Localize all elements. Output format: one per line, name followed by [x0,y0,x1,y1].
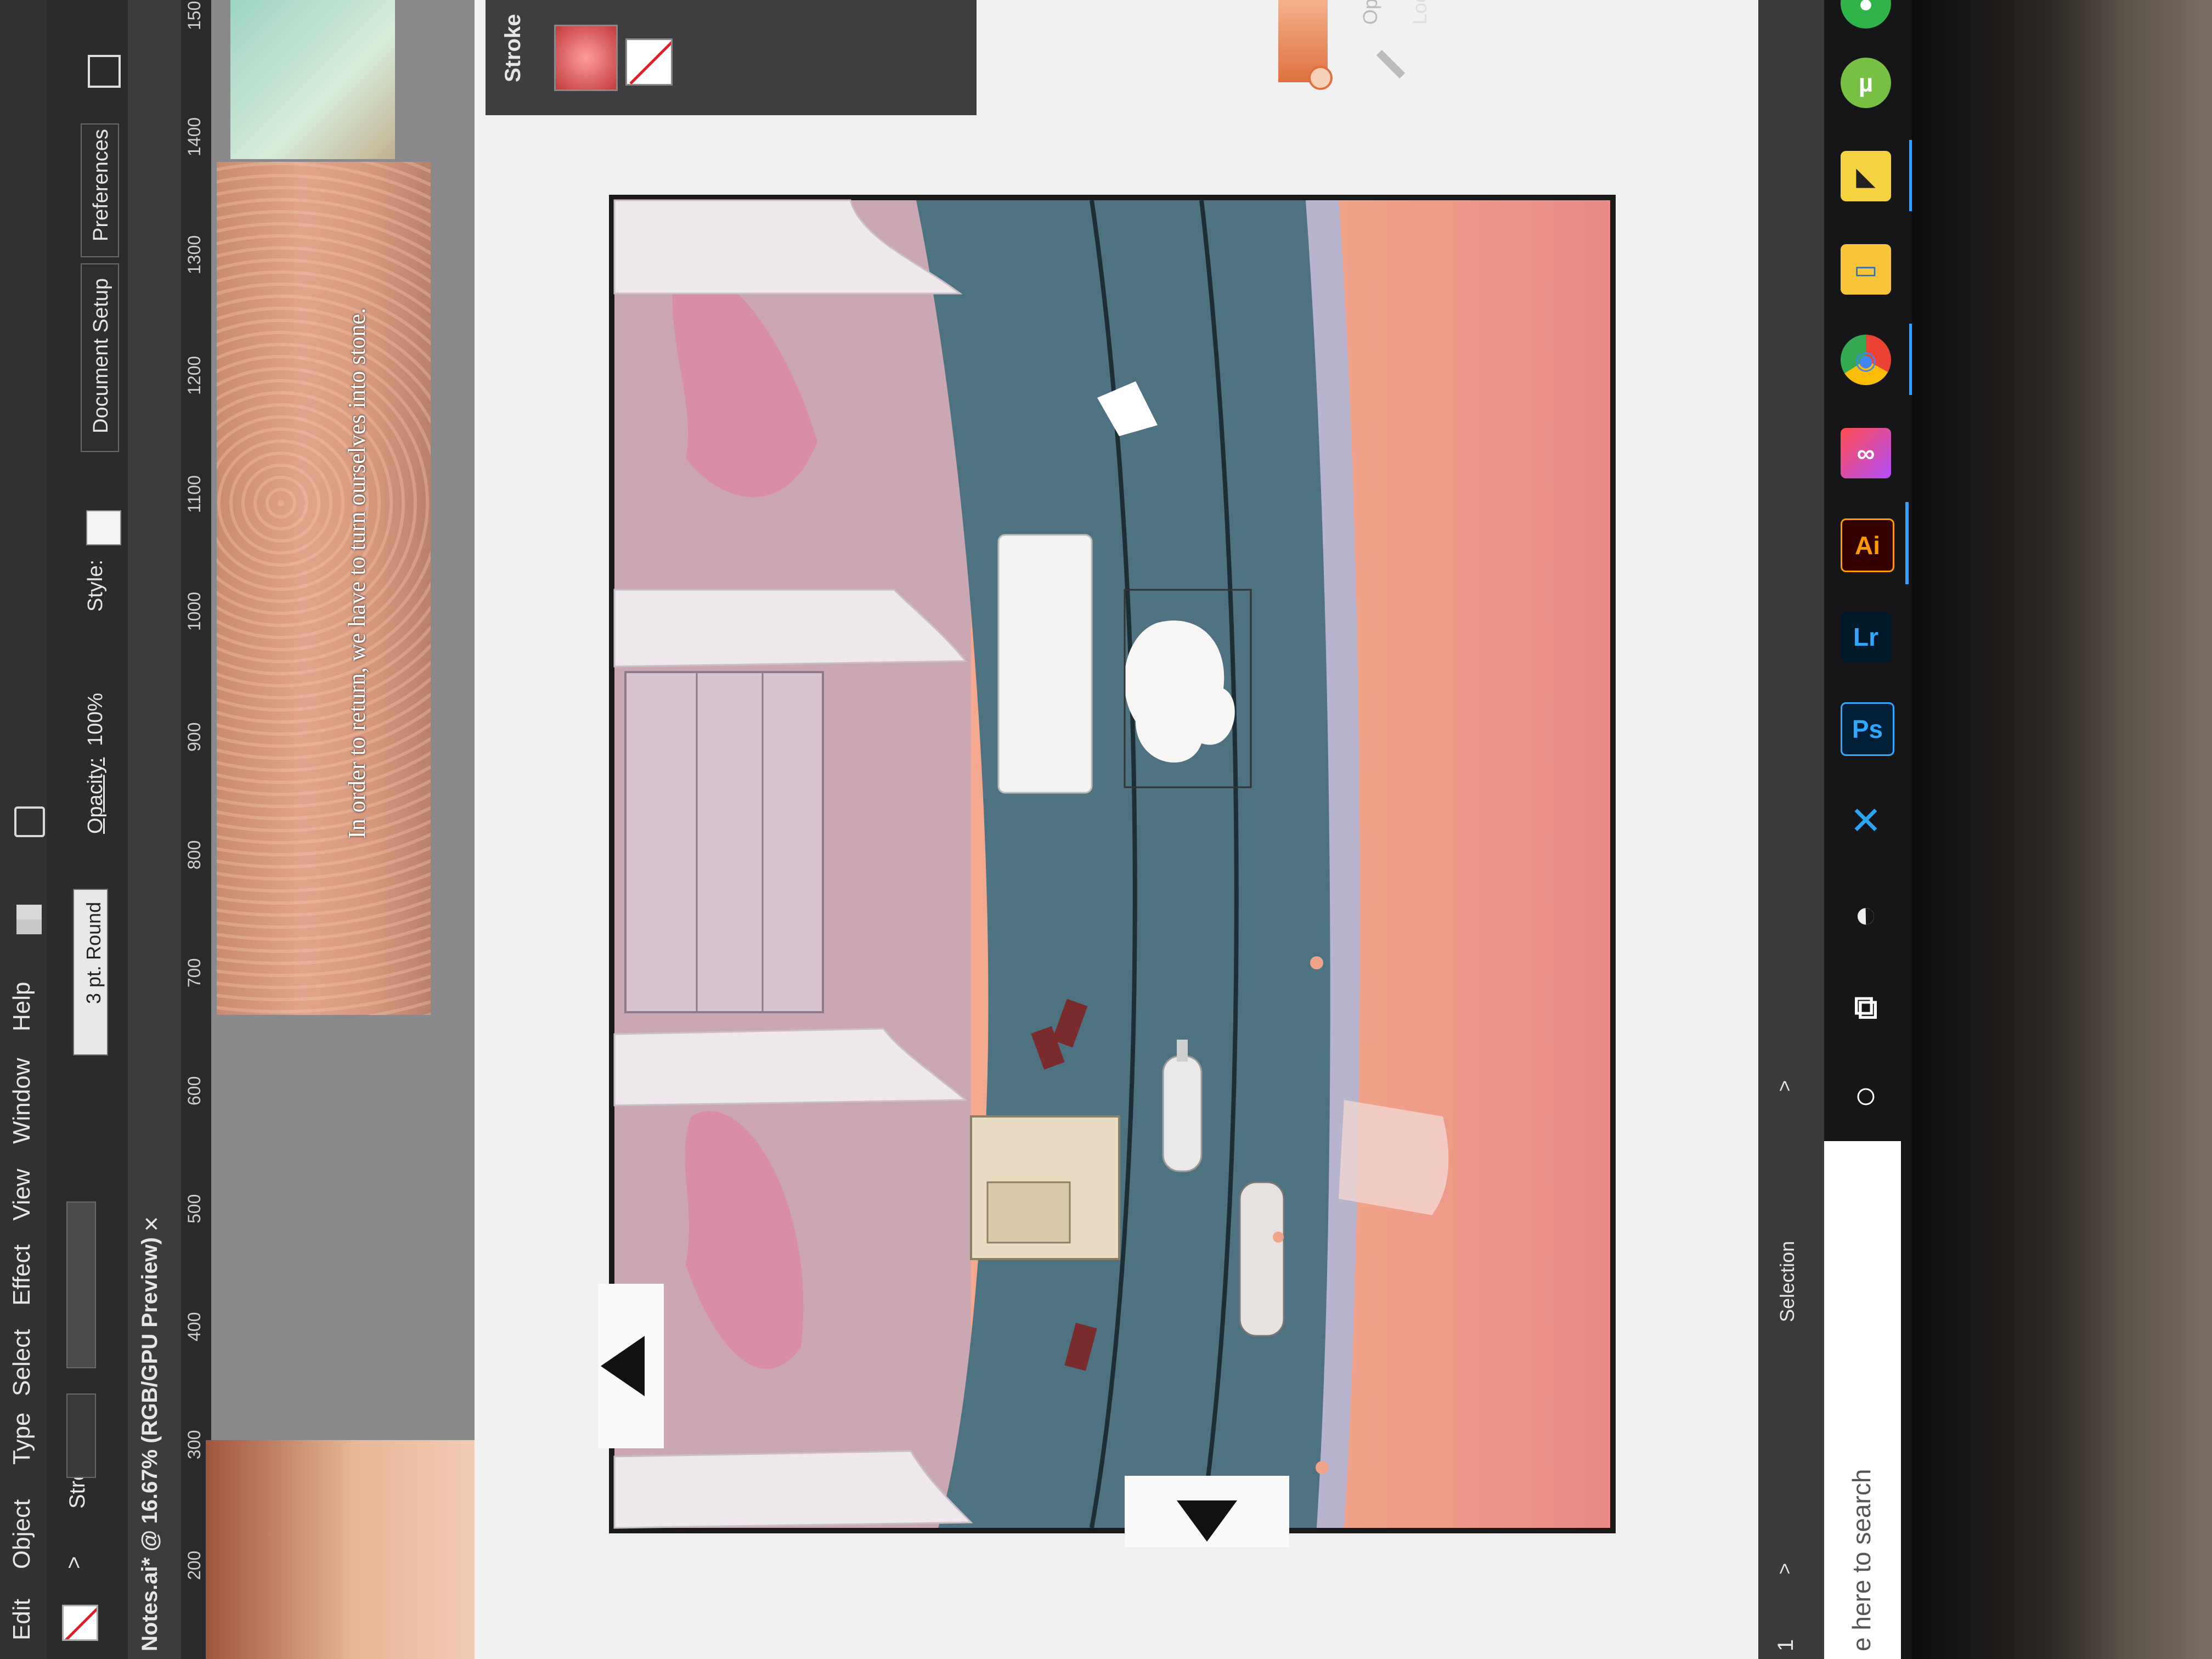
menu-window[interactable]: Window [8,1058,35,1144]
menu-help[interactable]: Help [8,982,35,1032]
wine-bottle [1239,1181,1285,1337]
stroke-none-swatch[interactable] [625,38,673,86]
menu-type[interactable]: Type [8,1413,35,1465]
menu-edit[interactable]: Edit [8,1599,35,1640]
menu-bar: Edit Object Type Select Effect View Wind… [0,0,47,1659]
ruler-tick-label: 300 [184,1430,204,1459]
obs-icon[interactable]: ◐ [1841,889,1891,939]
gradient-stop-handle[interactable] [1308,66,1333,90]
monitor-bezel [1912,0,2212,1659]
ruler-tick-label: 1300 [184,235,204,274]
control-bar: > Stroke: 3 pt. Round Opacity: 100% Styl… [47,0,128,1659]
ruler-tick-label: 600 [184,1076,204,1105]
workspace-switcher-icon[interactable] [14,902,44,936]
task-view-icon[interactable]: ⧉ [1841,982,1891,1032]
status-nav-arrow[interactable]: > [1773,1080,1796,1092]
menu-object[interactable]: Object [8,1499,35,1569]
white-bathtub [997,534,1093,794]
arrange-documents-icon[interactable] [88,55,121,88]
ruler-tick-label: 400 [184,1312,204,1341]
current-tool-label: Selection [1776,1240,1798,1322]
sand [1339,200,1610,1528]
ruler-tick-label: 800 [184,840,204,870]
ruler-tick-label: 1000 [184,591,204,631]
ruler-tick-label: 200 [184,1550,204,1580]
opacity-label[interactable]: Opacity: [84,758,107,834]
document-tab-title[interactable]: Notes.ai* @ 16.67% (RGB/GPU Preview) [138,1237,162,1651]
left-arrow-icon [601,1336,645,1396]
floating-bottle [1162,1040,1203,1172]
floating-stroke-panel: Stroke Op Loc [486,0,1431,115]
ruler-tick-label: 150 [184,1,204,30]
down-arrow-icon [1177,1500,1237,1542]
ruler-tick-label: 1100 [184,475,204,513]
shelf-unit [624,671,824,1013]
film-subtitle: In order to return, we have to turn ours… [343,308,370,839]
graphic-style-swatch[interactable] [86,510,121,545]
chrome-icon[interactable]: ◉ [1841,335,1891,385]
vscode-icon[interactable]: ✕ [1841,795,1891,846]
vertical-ruler: 200 300 400 500 600 700 800 900 1000 110… [181,0,212,1659]
brush-definition-value: 3 pt. Round [82,901,105,1004]
preferences-label: Preferences [89,129,112,241]
gpu-rocket-icon[interactable] [14,806,45,837]
taskbar-search-placeholder: e here to search [1847,1469,1876,1651]
menu-view[interactable]: View [8,1169,35,1221]
lace-texture [217,162,431,1015]
illustrator-running-indicator [1905,502,1909,584]
lightroom-icon[interactable]: Lr [1841,612,1891,662]
next-artboard-button[interactable] [1125,1476,1289,1547]
menu-select[interactable]: Select [8,1329,35,1396]
ruler-tick-label: 1400 [184,117,204,156]
artboard-nav-first[interactable]: > [1773,1563,1796,1575]
document-tab-close-icon[interactable]: × [137,1216,166,1232]
glass-vase [1339,1100,1449,1215]
curtain-4 [613,1450,973,1529]
creative-cloud-icon[interactable]: ∞ [1841,428,1891,478]
panel-side-label-lock: Loc [1408,0,1431,25]
film-still-reference-image[interactable]: In order to return, we have to turn ours… [217,162,431,1015]
ruler-tick-label: 1200 [184,356,204,395]
stroke-weight-stepper[interactable] [66,1393,96,1478]
fill-swatch[interactable] [554,25,618,91]
illustrator-icon[interactable]: Ai [1841,518,1894,572]
opacity-value[interactable]: 100% [84,693,107,746]
reference-photo-bottom[interactable] [206,1440,475,1659]
ruler-tick-label: 700 [184,958,204,988]
ruler-tick-label: 900 [184,722,204,752]
cortana-circle-icon[interactable]: ○ [1841,1070,1891,1120]
style-label: Style: [84,559,107,612]
utorrent-icon[interactable]: µ [1841,58,1891,108]
green-app-icon[interactable]: ● [1841,0,1891,29]
stroke-dropdown-chevron[interactable]: > [62,1556,86,1569]
panel-tab-stroke[interactable]: Stroke [501,14,525,83]
stroke-color-swatch[interactable] [62,1605,98,1641]
panel-side-label-opacity: Op [1359,0,1381,25]
file-explorer-icon[interactable]: ▭ [1841,244,1891,295]
ruler-tick-label: 500 [184,1194,204,1223]
status-bar: 1 > Selection > [1758,0,1824,1659]
artboard-page-number[interactable]: 1 [1774,1639,1798,1651]
artboard-illustration[interactable] [609,195,1616,1533]
variable-width-profile[interactable] [66,1201,96,1368]
photoshop-icon[interactable]: Ps [1841,702,1894,756]
windows-taskbar: e here to search ○ ⧉ ◐ ✕ Ps Lr Ai ∞ ◉ ▭ … [1824,0,1912,1659]
prev-artboard-button[interactable] [598,1284,664,1448]
menu-effect[interactable]: Effect [8,1244,35,1306]
document-setup-label: Document Setup [89,278,112,433]
reference-photo-top[interactable] [230,0,395,159]
sticky-notes-icon[interactable]: ◣ [1841,151,1891,201]
